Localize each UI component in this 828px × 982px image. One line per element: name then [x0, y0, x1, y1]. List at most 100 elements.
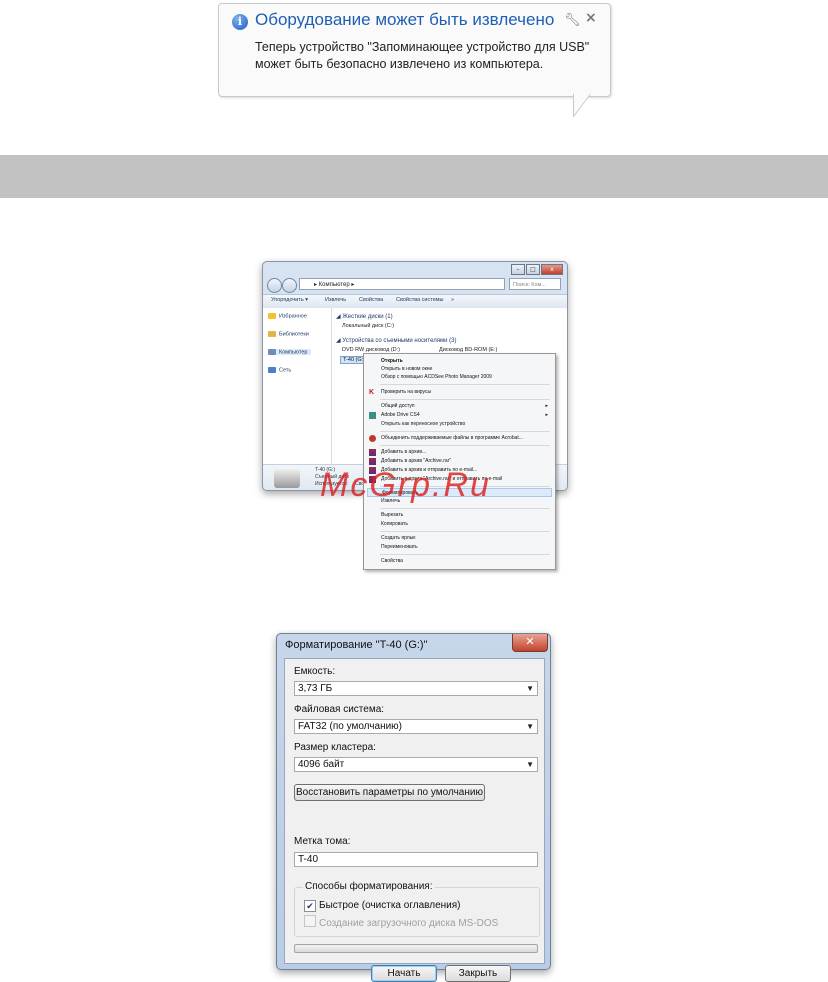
nav-label: Библиотеки — [279, 331, 309, 338]
menu-separator — [380, 431, 550, 432]
volume-label-input[interactable]: T-40 — [294, 852, 538, 867]
menu-label: Открыть как переносное устройство — [381, 421, 466, 427]
capacity-select[interactable]: 3,73 ГБ ▼ — [294, 681, 538, 696]
menu-item-share[interactable]: Общий доступ ▸ — [367, 402, 552, 411]
antivirus-icon: K — [369, 389, 375, 396]
close-dialog-button[interactable]: Закрыть — [445, 965, 511, 982]
close-button[interactable]: x — [541, 264, 563, 275]
cluster-size-label: Размер кластера: — [294, 742, 376, 753]
nav-label: Избранное — [279, 313, 307, 320]
menu-item-create-shortcut[interactable]: Создать ярлык — [367, 534, 552, 543]
select-value: 4096 байт — [298, 759, 345, 770]
filesystem-label: Файловая система: — [294, 704, 385, 715]
submenu-arrow-icon: ▸ — [545, 412, 548, 418]
menu-separator — [380, 531, 550, 532]
balloon-tail-inner — [574, 94, 590, 115]
dialog-close-button[interactable]: ✕ — [512, 634, 548, 652]
computer-icon — [268, 349, 276, 355]
format-options-title: Способы форматирования: — [303, 881, 435, 892]
balloon-message: Теперь устройство "Запоминающее устройст… — [255, 40, 590, 71]
menu-separator — [380, 384, 550, 385]
properties-button[interactable]: Свойства — [359, 297, 383, 303]
section-divider-bar — [0, 155, 828, 198]
msdos-boot-checkbox: Создание загрузочного диска MS-DOS — [304, 915, 498, 929]
filesystem-select[interactable]: FAT32 (по умолчанию) ▼ — [294, 719, 538, 734]
menu-item-add-archive[interactable]: Добавить в архив... — [367, 448, 552, 457]
nav-item-network[interactable]: Сеть — [268, 367, 291, 373]
menu-label: Проверить на вирусы — [381, 389, 432, 395]
nav-label: Сеть — [279, 367, 292, 374]
menu-label: Adobe Drive CS4 — [381, 412, 420, 418]
quick-format-checkbox[interactable]: ✔ Быстрое (очистка оглавления) — [304, 900, 461, 912]
menu-item-adobe-drive[interactable]: Adobe Drive CS4 ▸ — [367, 411, 552, 420]
menu-item-scan-virus[interactable]: K Проверить на вирусы — [367, 388, 552, 397]
more-commands-button[interactable]: » — [451, 297, 454, 303]
adobe-drive-icon — [369, 412, 376, 419]
winrar-icon — [369, 449, 376, 456]
address-row: ▸ Компьютер ▸ Поиск: Ком... — [267, 277, 563, 293]
back-button[interactable] — [267, 278, 282, 293]
checkbox-label: Создание загрузочного диска MS-DOS — [319, 918, 499, 929]
menu-label: Переименовать — [381, 544, 418, 550]
acrobat-icon — [369, 435, 376, 442]
menu-label: Создать ярлык — [381, 535, 416, 541]
library-icon — [268, 331, 276, 337]
info-icon: i — [232, 14, 248, 30]
start-button[interactable]: Начать — [371, 965, 437, 982]
usb-drive-icon — [274, 468, 300, 488]
checkmark-icon: ✔ — [304, 900, 316, 912]
menu-item-copy[interactable]: Копировать — [367, 520, 552, 529]
menu-item-acdsee[interactable]: Обзор с помощью ACDSee Photo Manager 200… — [367, 373, 552, 382]
nav-label: Компьютер — [279, 349, 308, 356]
organize-button[interactable]: Упорядочить ▾ — [271, 297, 308, 303]
cluster-size-select[interactable]: 4096 байт ▼ — [294, 757, 538, 772]
wrench-icon[interactable]: 🔧︎ — [564, 13, 581, 28]
menu-separator — [380, 399, 550, 400]
menu-item-cut[interactable]: Вырезать — [367, 511, 552, 520]
capacity-label: Емкость: — [294, 666, 336, 677]
balloon-title: Оборудование может быть извлечено — [255, 10, 555, 29]
dropdown-arrow-icon: ▼ — [526, 684, 534, 693]
menu-item-open-portable[interactable]: Открыть как переносное устройство — [367, 420, 552, 429]
menu-label: Добавить в архив... — [381, 449, 427, 455]
checkbox-box — [304, 915, 316, 927]
select-value: 3,73 ГБ — [298, 683, 333, 694]
checkbox-label: Быстрое (очистка оглавления) — [319, 900, 461, 911]
nav-item-favorites[interactable]: Избранное — [268, 313, 307, 319]
forward-button[interactable] — [282, 278, 297, 293]
dropdown-arrow-icon: ▼ — [526, 760, 534, 769]
menu-separator — [380, 445, 550, 446]
menu-separator — [380, 554, 550, 555]
menu-label: Вырезать — [381, 512, 404, 518]
nav-item-computer[interactable]: Компьютер — [268, 349, 312, 356]
safe-removal-balloon[interactable]: i Оборудование может быть извлечено 🔧︎ ×… — [218, 3, 611, 97]
drive-local-c[interactable]: Локальный диск (C:) — [342, 323, 394, 329]
minimize-button[interactable]: – — [511, 264, 525, 275]
submenu-arrow-icon: ▸ — [545, 403, 548, 409]
group-hard-drives[interactable]: ◢ Жесткие диски (1) — [336, 313, 393, 320]
nav-item-libraries[interactable]: Библиотеки — [268, 331, 309, 337]
dropdown-arrow-icon: ▼ — [526, 722, 534, 731]
menu-label: Копировать — [381, 521, 408, 527]
format-dialog[interactable]: Форматирование "T-40 (G:)" ✕ Емкость: 3,… — [276, 633, 551, 982]
menu-item-properties[interactable]: Свойства — [367, 557, 552, 566]
command-bar: Упорядочить ▾ Извлечь Свойства Свойства … — [263, 294, 567, 309]
window-controls: – □ x — [511, 264, 563, 275]
menu-item-acrobat-combine[interactable]: Объединить поддерживаемые файлы в програ… — [367, 434, 552, 443]
dialog-title: Форматирование "T-40 (G:)" — [285, 639, 428, 651]
volume-label-label: Метка тома: — [294, 836, 351, 847]
address-bar[interactable]: ▸ Компьютер ▸ — [299, 278, 505, 290]
search-input[interactable]: Поиск: Ком... — [509, 278, 561, 290]
system-properties-button[interactable]: Свойства системы — [396, 297, 444, 303]
menu-item-add-archive-rar[interactable]: Добавить в архив "Archive.rar" — [367, 457, 552, 466]
menu-item-rename[interactable]: Переименовать — [367, 543, 552, 552]
menu-label: Обзор с помощью ACDSee Photo Manager 200… — [381, 374, 492, 380]
close-icon[interactable]: × — [585, 10, 597, 26]
context-menu: Открыть Открыть в новом окне Обзор с пом… — [363, 353, 556, 570]
eject-button[interactable]: Извлечь — [325, 297, 346, 303]
group-removable[interactable]: ◢ Устройства со съемными носителями (3) — [336, 337, 456, 344]
menu-label: Объединить поддерживаемые файлы в програ… — [381, 435, 523, 441]
watermark-text: McGrp.Ru — [320, 466, 491, 504]
restore-defaults-button[interactable]: Восстановить параметры по умолчанию — [294, 784, 485, 801]
maximize-button[interactable]: □ — [526, 264, 540, 275]
